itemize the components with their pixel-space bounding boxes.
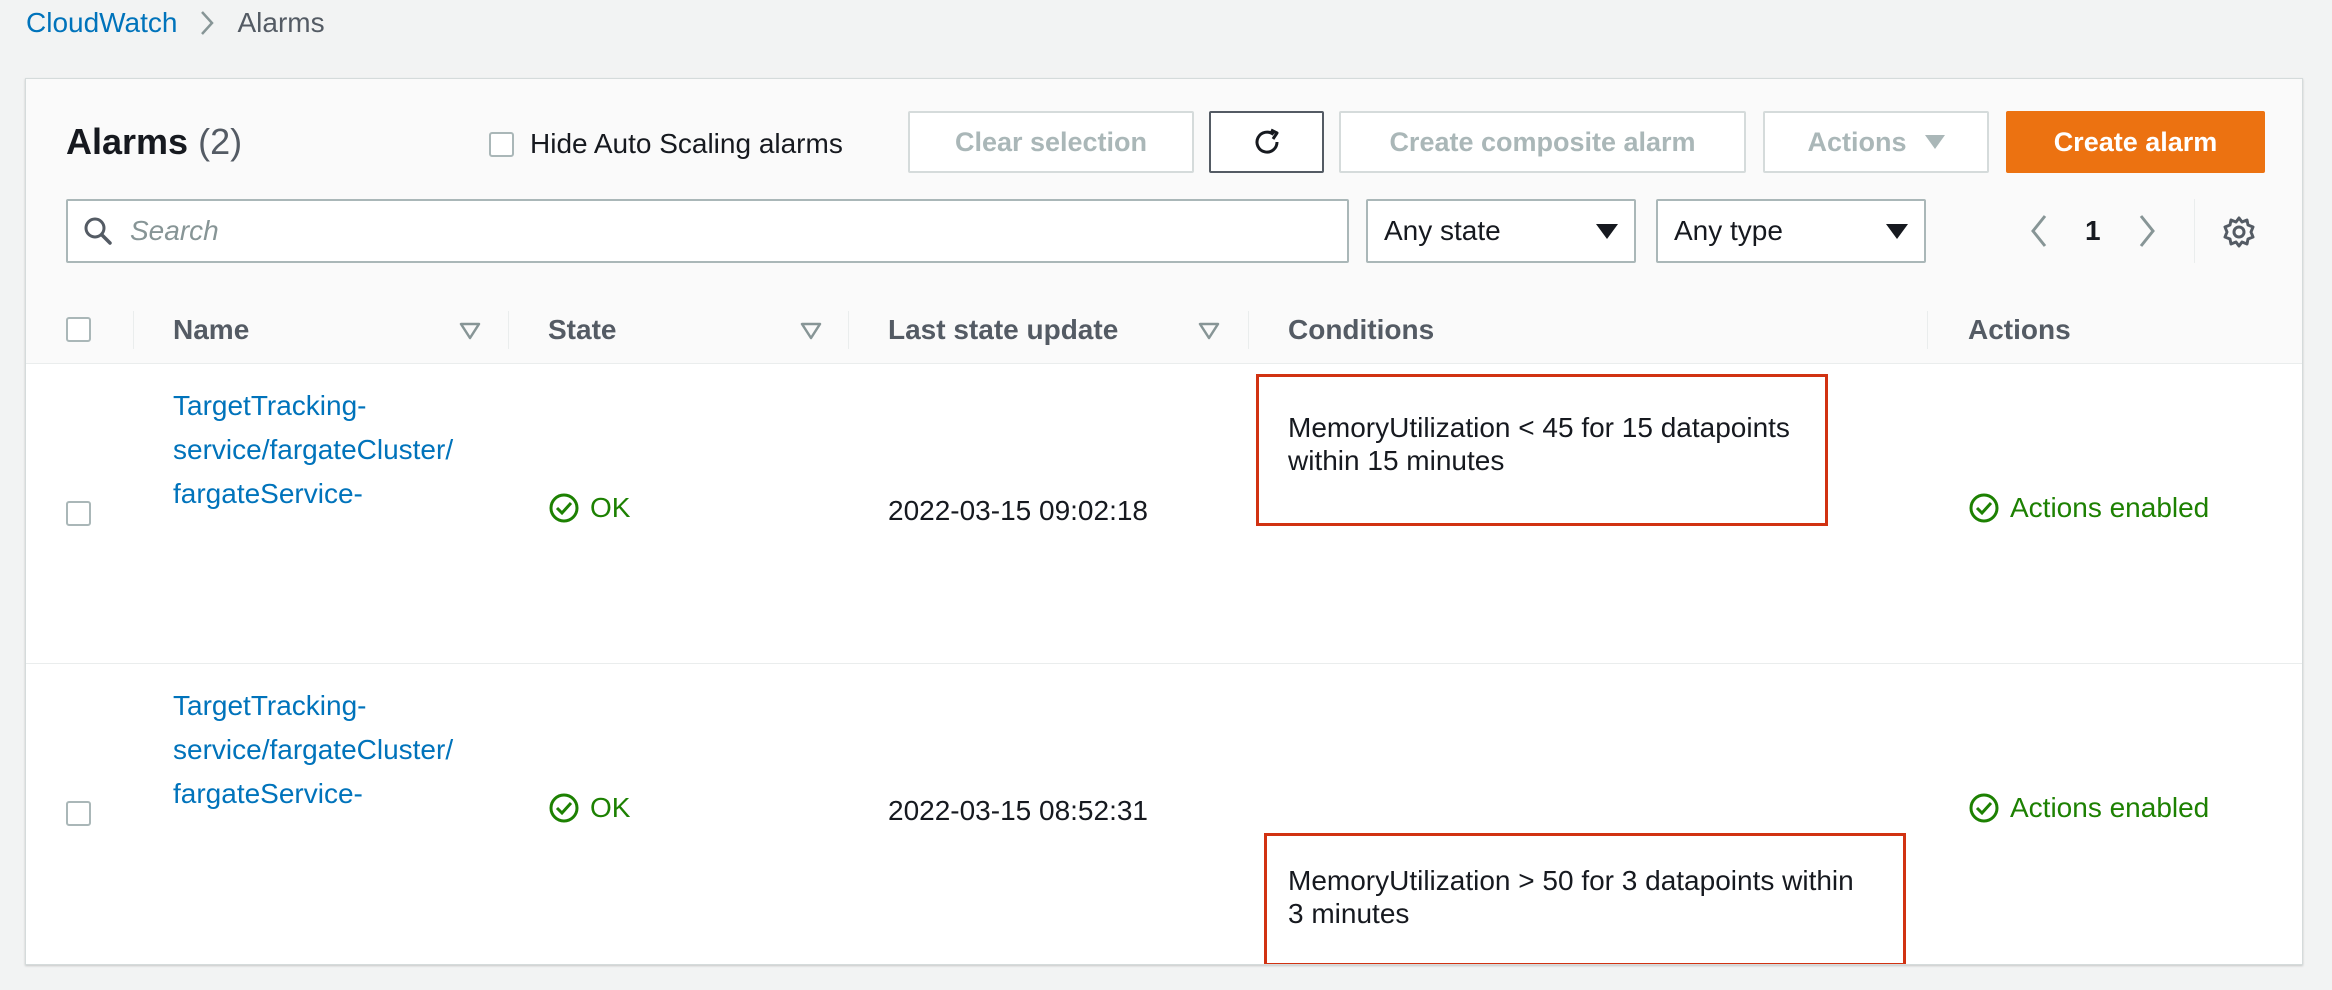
column-divider — [1248, 311, 1249, 349]
refresh-icon — [1255, 128, 1279, 154]
actions-dropdown-button[interactable]: Actions — [1763, 111, 1989, 173]
column-divider — [133, 311, 134, 349]
refresh-button[interactable] — [1209, 111, 1324, 173]
state-text: OK — [590, 792, 631, 823]
alarm-name-line: TargetTracking- — [173, 390, 367, 421]
column-divider — [1927, 311, 1928, 349]
breadcrumb: CloudWatch Alarms — [26, 6, 325, 40]
gear-icon[interactable] — [2222, 215, 2256, 249]
column-header-name[interactable]: Name — [173, 297, 249, 363]
type-filter-select[interactable]: Any type — [1656, 199, 1926, 263]
previous-page-icon[interactable] — [2029, 213, 2049, 249]
state-filter-value: Any state — [1384, 215, 1501, 246]
search-input[interactable] — [128, 214, 1312, 248]
table-header: Name State Last state update Conditions … — [26, 297, 2302, 364]
row-checkbox[interactable] — [66, 501, 91, 526]
select-all-checkbox[interactable] — [66, 317, 91, 342]
column-header-state[interactable]: State — [548, 297, 616, 363]
alarm-name-line: service/fargateCluster/ — [173, 434, 454, 465]
check-circle-icon — [1969, 793, 1999, 823]
table-row: TargetTracking- service/fargateCluster/ … — [26, 364, 2302, 664]
check-circle-icon — [549, 493, 579, 523]
page-title: Alarms (2) — [66, 121, 242, 163]
check-circle-icon — [549, 793, 579, 823]
alarms-panel: Alarms (2) Hide Auto Scaling alarms Clea… — [25, 78, 2303, 965]
search-icon — [82, 215, 114, 247]
chevron-right-icon — [199, 9, 215, 37]
status-badge: OK — [548, 492, 630, 524]
actions-status-text: Actions enabled — [2010, 492, 2210, 523]
breadcrumb-cloudwatch-link[interactable]: CloudWatch — [26, 7, 177, 39]
sort-icon[interactable] — [459, 321, 481, 341]
alarm-name-line: TargetTracking- — [173, 690, 367, 721]
title-text: Alarms — [66, 121, 189, 162]
condition-text: MemoryUtilization > 50 for 3 datapoints … — [1288, 864, 1854, 930]
panel-header: Alarms (2) Hide Auto Scaling alarms Clea… — [26, 79, 2302, 298]
caret-down-icon — [1596, 223, 1618, 239]
pagination: 1 — [2029, 199, 2157, 263]
caret-down-icon — [1886, 223, 1908, 239]
alarm-name-line: service/fargateCluster/ — [173, 734, 454, 765]
state-filter-select[interactable]: Any state — [1366, 199, 1636, 263]
hide-autoscaling-checkbox[interactable] — [489, 131, 514, 157]
condition-line: MemoryUtilization < 45 for 15 datapoints — [1288, 412, 1790, 443]
search-box[interactable] — [66, 199, 1349, 263]
breadcrumb-current: Alarms — [237, 7, 325, 38]
actions-status: Actions enabled — [1968, 492, 2209, 524]
table-row: TargetTracking- service/fargateCluster/ … — [26, 664, 2302, 964]
condition-line: within 15 minutes — [1288, 445, 1505, 476]
sort-icon[interactable] — [1198, 321, 1220, 341]
column-divider — [508, 311, 509, 349]
state-text: OK — [590, 492, 631, 523]
alarm-name-line: fargateService- — [173, 478, 363, 509]
condition-line: MemoryUtilization > 50 for 3 datapoints … — [1288, 865, 1854, 896]
row-checkbox[interactable] — [66, 801, 91, 826]
actions-status-text: Actions enabled — [2010, 792, 2210, 823]
actions-status: Actions enabled — [1968, 792, 2209, 824]
column-divider — [848, 311, 849, 349]
pager-divider — [2194, 199, 2195, 263]
column-header-last-update[interactable]: Last state update — [888, 297, 1118, 363]
create-alarm-button[interactable]: Create alarm — [2006, 111, 2265, 173]
sort-icon[interactable] — [800, 321, 822, 341]
last-update-value: 2022-03-15 08:52:31 — [888, 795, 1148, 826]
current-page[interactable]: 1 — [2085, 215, 2101, 247]
hide-autoscaling-toggle[interactable]: Hide Auto Scaling alarms — [489, 128, 843, 160]
type-filter-value: Any type — [1674, 215, 1783, 246]
alarm-name-link[interactable]: TargetTracking- service/fargateCluster/ … — [173, 384, 493, 516]
clear-selection-button[interactable]: Clear selection — [908, 111, 1194, 173]
alarm-name-line: fargateService- — [173, 778, 363, 809]
check-circle-icon — [1969, 493, 1999, 523]
column-header-actions: Actions — [1968, 314, 2071, 345]
column-header-conditions: Conditions — [1288, 314, 1435, 345]
caret-down-icon — [1924, 135, 1945, 149]
actions-label: Actions — [1807, 126, 1907, 157]
create-composite-alarm-button[interactable]: Create composite alarm — [1339, 111, 1746, 173]
next-page-icon[interactable] — [2137, 213, 2157, 249]
alarm-name-link[interactable]: TargetTracking- service/fargateCluster/ … — [173, 684, 493, 816]
condition-text: MemoryUtilization < 45 for 15 datapoints… — [1288, 411, 1790, 477]
condition-line: 3 minutes — [1288, 898, 1410, 929]
last-update-value: 2022-03-15 09:02:18 — [888, 495, 1148, 526]
status-badge: OK — [548, 792, 630, 824]
hide-autoscaling-label: Hide Auto Scaling alarms — [530, 128, 843, 159]
alarm-count: (2) — [198, 121, 243, 162]
